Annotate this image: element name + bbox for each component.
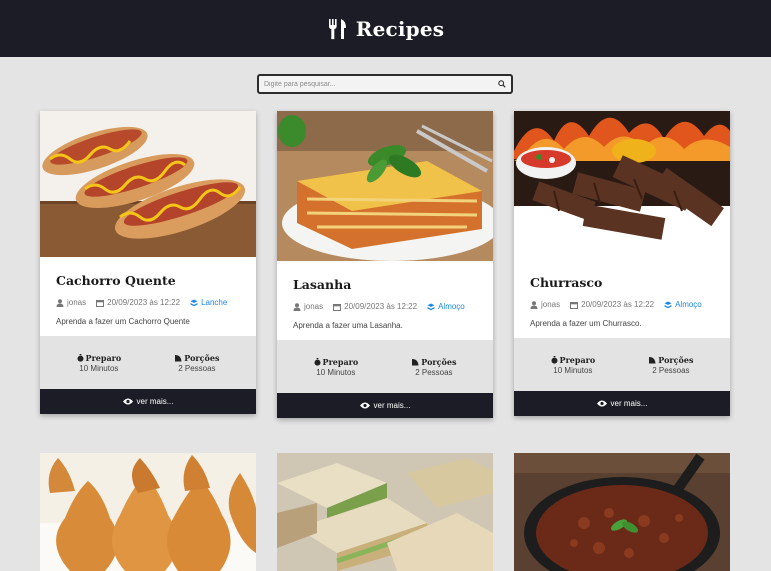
servings-stat: Porções 2 Pessoas (411, 357, 456, 377)
servings-value: 2 Pessoas (415, 367, 453, 377)
recipe-image-ground-beef (514, 453, 730, 571)
recipe-category[interactable]: Almoço (438, 302, 465, 311)
recipe-card (277, 453, 493, 571)
prep-label: Preparo (85, 352, 122, 363)
prep-label: Preparo (559, 354, 596, 365)
pizza-slice-icon (411, 358, 419, 366)
recipe-title[interactable]: Churrasco (530, 275, 714, 290)
recipe-title[interactable]: Lasanha (293, 277, 477, 292)
recipe-category[interactable]: Lanche (201, 298, 227, 307)
search-icon[interactable] (497, 80, 506, 89)
recipe-stats: Preparo 10 Minutos Porções 2 Pessoas (277, 340, 493, 393)
card-body: Lasanha jonas 20/09/2023 às 12:22 Almoço… (277, 261, 493, 340)
recipe-meta: jonas 20/09/2023 às 12:22 Almoço (293, 302, 477, 311)
utensils-icon (327, 18, 347, 40)
view-more-label: ver mais... (373, 401, 411, 410)
servings-label: Porções (421, 356, 457, 367)
layers-icon (427, 303, 435, 311)
stopwatch-icon (77, 353, 84, 362)
recipe-stats: Preparo 10 Minutos Porções 2 Pessoas (514, 338, 730, 391)
user-icon (56, 298, 64, 307)
recipe-author: jonas (304, 302, 324, 311)
recipe-description: Aprenda a fazer uma Lasanha. (293, 321, 403, 330)
recipe-category[interactable]: Almoço (675, 300, 702, 309)
app-title: Recipes (355, 16, 445, 41)
search-bar (257, 74, 513, 94)
search-input[interactable] (264, 80, 497, 88)
recipe-card: Lasanha jonas 20/09/2023 às 12:22 Almoço… (277, 111, 493, 418)
view-more-label: ver mais... (610, 399, 648, 408)
calendar-icon (333, 303, 342, 311)
recipe-description: Aprenda a fazer um Cachorro Quente (56, 317, 190, 326)
recipe-description: Aprenda a fazer um Churrasco. (530, 319, 642, 328)
calendar-icon (570, 301, 579, 309)
pizza-slice-icon (174, 354, 182, 362)
eye-icon (122, 398, 133, 405)
user-icon (530, 300, 538, 309)
card-body: Churrasco jonas 20/09/2023 às 12:22 Almo… (514, 259, 730, 338)
card-body: Cachorro Quente jonas 20/09/2023 às 12:2… (40, 257, 256, 336)
prep-value: 10 Minutos (553, 365, 593, 375)
recipe-date: 20/09/2023 às 12:22 (344, 302, 418, 311)
recipe-image-hotdog (40, 111, 256, 257)
recipe-author: jonas (541, 300, 561, 309)
prep-stat: Preparo 10 Minutos (77, 352, 122, 373)
recipe-date: 20/09/2023 às 12:22 (107, 298, 181, 307)
recipe-image-barbecue (514, 111, 730, 259)
stopwatch-icon (314, 357, 321, 366)
layers-icon (190, 299, 198, 307)
layers-icon (664, 301, 672, 309)
prep-label: Preparo (322, 356, 359, 367)
servings-label: Porções (184, 352, 220, 363)
servings-label: Porções (658, 354, 694, 365)
recipe-card: Cachorro Quente jonas 20/09/2023 às 12:2… (40, 111, 256, 414)
servings-stat: Porções 2 Pessoas (174, 353, 219, 373)
recipe-meta: jonas 20/09/2023 às 12:22 Almoço (530, 300, 714, 309)
user-icon (293, 302, 301, 311)
stopwatch-icon (551, 355, 558, 364)
recipe-image-sandwich (277, 453, 493, 571)
eye-icon (596, 400, 607, 407)
eye-icon (359, 402, 370, 409)
servings-value: 2 Pessoas (178, 363, 216, 373)
recipe-image-lasagna (277, 111, 493, 261)
recipe-stats: Preparo 10 Minutos Porções 2 Pessoas (40, 336, 256, 389)
pizza-slice-icon (648, 356, 656, 364)
recipe-date: 20/09/2023 às 12:22 (581, 300, 655, 309)
recipe-title[interactable]: Cachorro Quente (56, 273, 240, 288)
recipe-author: jonas (67, 298, 87, 307)
prep-stat: Preparo 10 Minutos (551, 354, 596, 375)
servings-value: 2 Pessoas (652, 365, 690, 375)
recipe-card (514, 453, 730, 571)
servings-stat: Porções 2 Pessoas (648, 355, 693, 375)
top-navbar: Recipes (0, 0, 771, 57)
prep-value: 10 Minutos (316, 367, 356, 377)
prep-stat: Preparo 10 Minutos (314, 356, 359, 377)
recipe-card: Churrasco jonas 20/09/2023 às 12:22 Almo… (514, 111, 730, 416)
view-more-button[interactable]: ver mais... (277, 393, 493, 418)
recipe-card (40, 453, 256, 571)
brand[interactable]: Recipes (327, 17, 445, 41)
recipe-image-coxinha (40, 453, 256, 571)
view-more-button[interactable]: ver mais... (514, 391, 730, 416)
calendar-icon (96, 299, 105, 307)
recipe-meta: jonas 20/09/2023 às 12:22 Lanche (56, 298, 240, 307)
view-more-button[interactable]: ver mais... (40, 389, 256, 414)
view-more-label: ver mais... (136, 397, 174, 406)
prep-value: 10 Minutos (79, 363, 119, 373)
